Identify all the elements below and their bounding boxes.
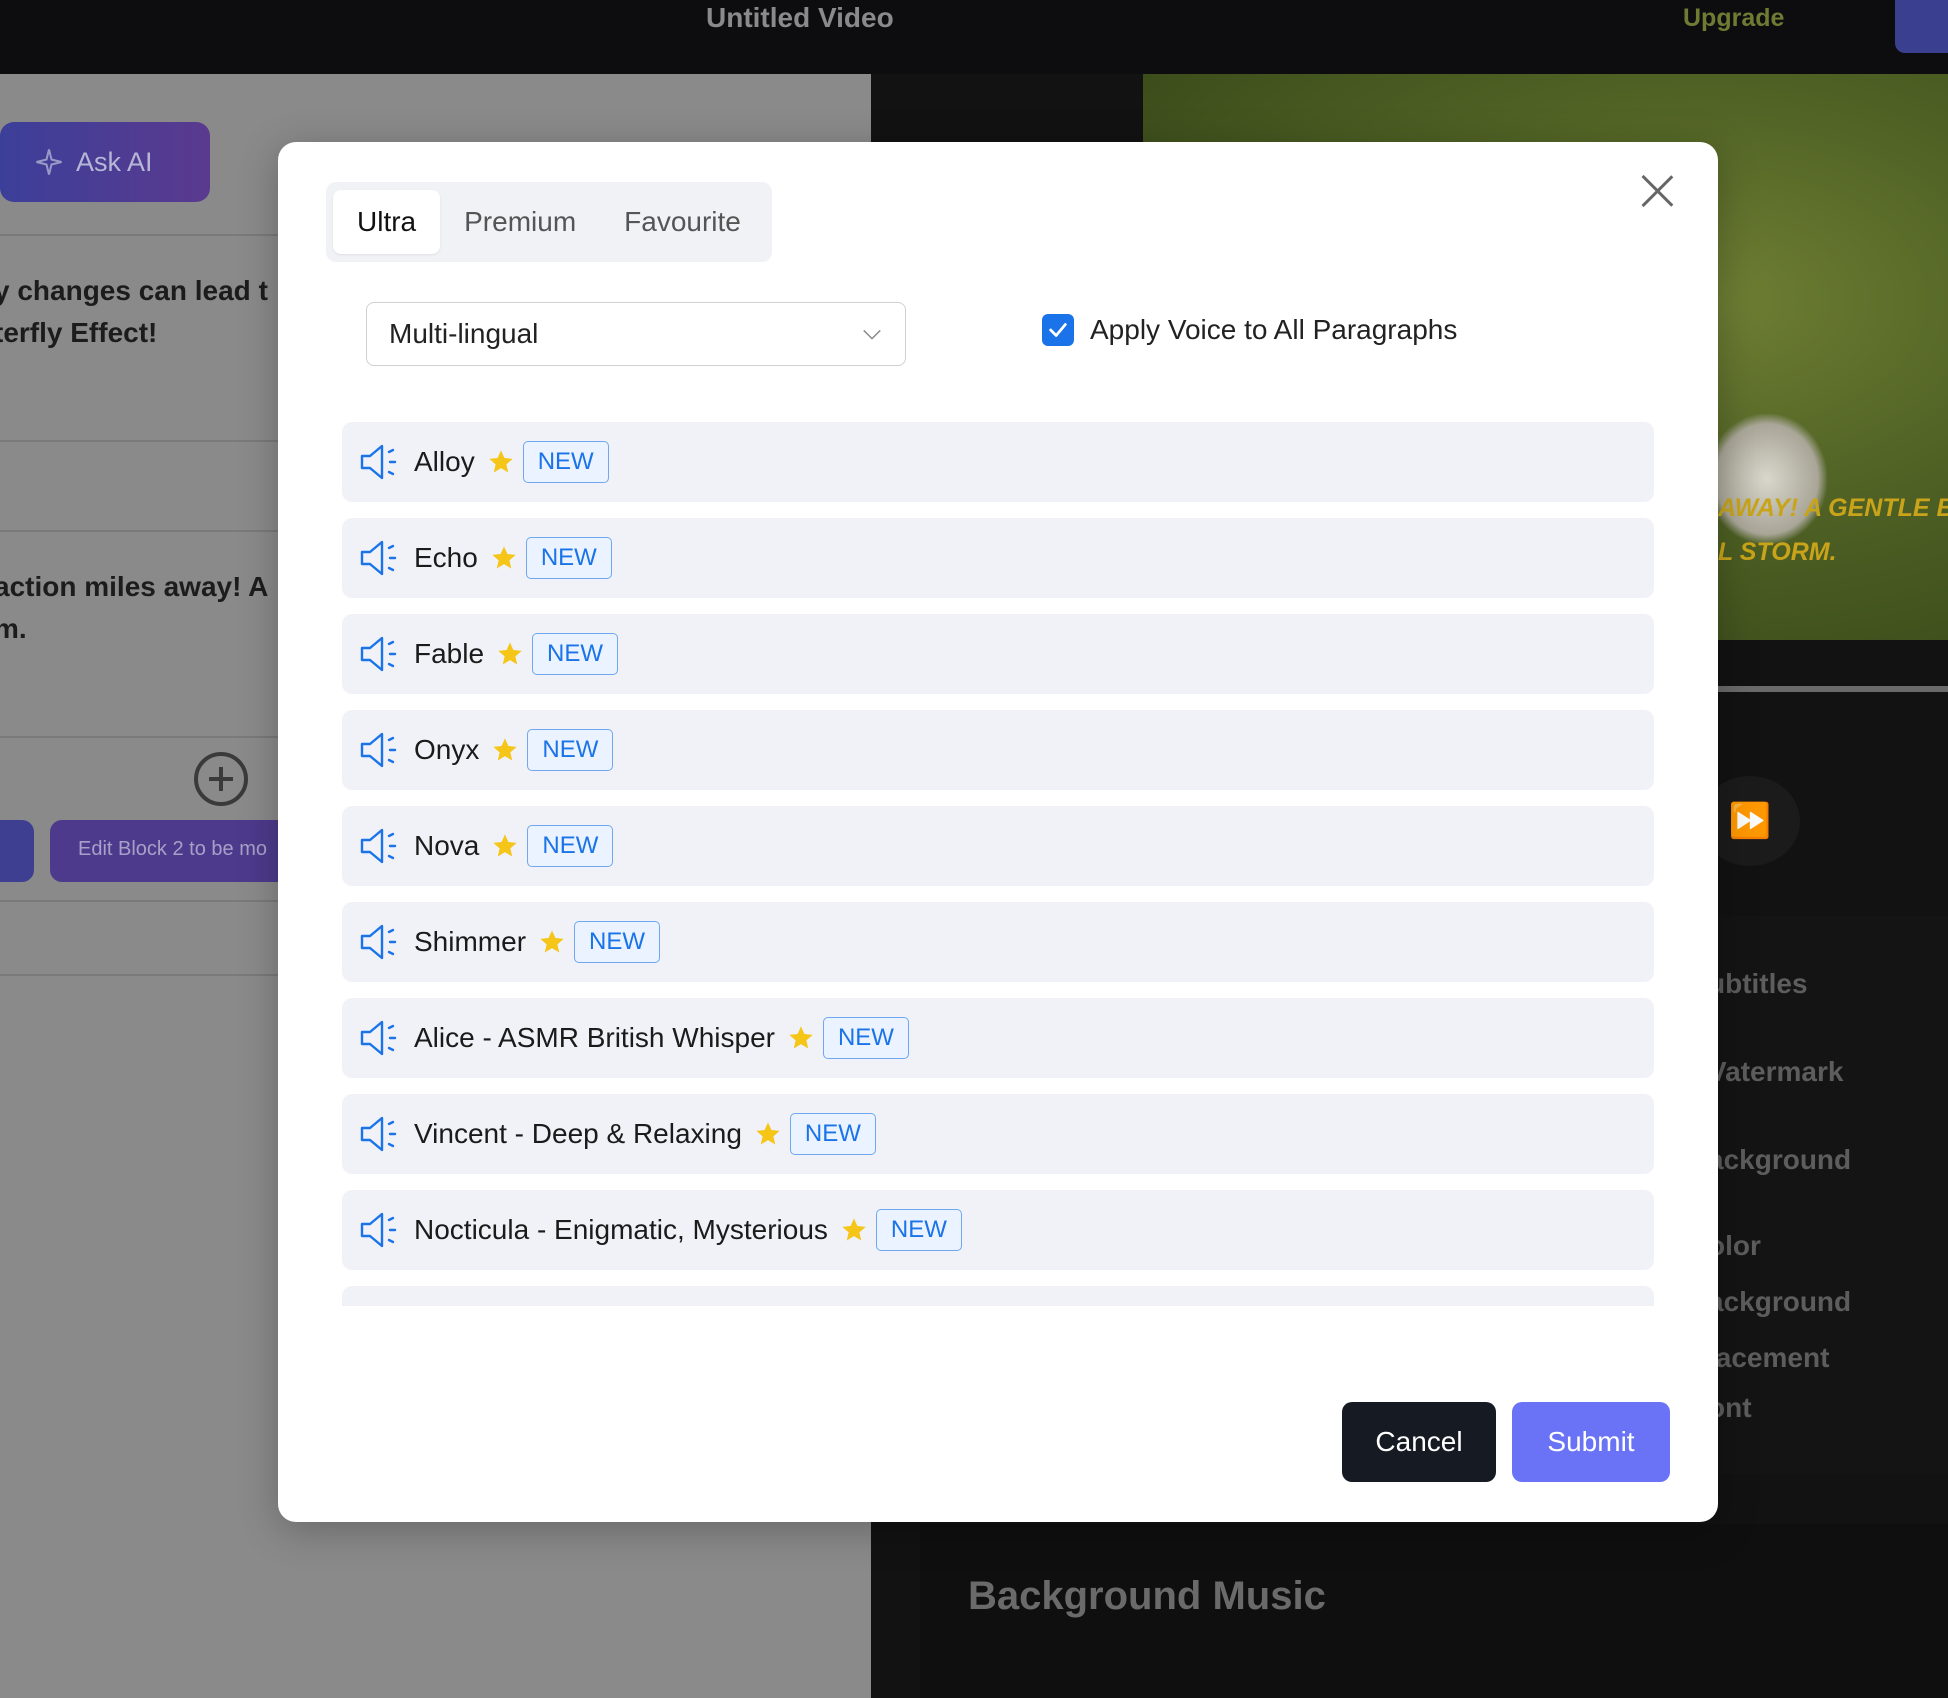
voice-row[interactable]: Nocticula - Enigmatic, Mysterious NEW [342, 1190, 1654, 1270]
close-icon[interactable] [1640, 174, 1674, 208]
submit-button[interactable]: Submit [1512, 1402, 1670, 1482]
background-music-heading: Background Music [968, 1574, 1326, 1618]
speaker-icon[interactable] [358, 922, 402, 962]
ask-ai-label: Ask AI [76, 146, 153, 177]
video-caption-line-2: L STORM. [1718, 538, 1837, 566]
top-action-button[interactable] [1895, 0, 1948, 53]
script-block-1[interactable]: y changes can lead t terfly Effect! [0, 270, 268, 354]
voice-name: Alloy [414, 446, 475, 477]
new-badge: NEW [532, 633, 619, 675]
voice-name: Nova [414, 830, 480, 861]
speaker-icon[interactable] [358, 730, 402, 770]
voice-name: Shimmer [414, 926, 527, 957]
checkmark-icon [1049, 323, 1067, 337]
voice-row[interactable]: Nova NEW [342, 806, 1654, 886]
voice-row[interactable]: Vincent - Deep & Relaxing NEW [342, 1094, 1654, 1174]
voice-name: Fable [414, 638, 485, 669]
voice-selection-modal: Ultra Premium Favourite Multi-lingual Ap… [278, 142, 1718, 1522]
voice-row[interactable]: Echo NEW [342, 518, 1654, 598]
star-icon[interactable] [491, 832, 519, 860]
new-badge: NEW [822, 1017, 909, 1059]
tab-premium[interactable]: Premium [440, 190, 600, 254]
chevron-down-icon [863, 329, 881, 340]
new-badge: NEW [525, 537, 612, 579]
new-badge: NEW [522, 441, 609, 483]
speaker-icon[interactable] [358, 538, 402, 578]
cancel-button[interactable]: Cancel [1342, 1402, 1496, 1482]
star-icon[interactable] [490, 544, 518, 572]
project-title[interactable]: Untitled Video [706, 2, 894, 34]
star-icon[interactable] [754, 1120, 782, 1148]
settings-background-2[interactable]: ackground [1708, 1286, 1851, 1318]
star-icon[interactable] [538, 928, 566, 956]
apply-all-checkbox[interactable] [1042, 314, 1074, 346]
voice-name: Alice - ASMR British Whisper [414, 1022, 775, 1053]
settings-background[interactable]: ackground [1708, 1144, 1851, 1176]
voice-row-partial[interactable] [342, 1286, 1654, 1306]
video-progress-bar[interactable] [1700, 686, 1948, 692]
speaker-icon[interactable] [358, 442, 402, 482]
new-badge: NEW [875, 1209, 962, 1251]
top-bar: Untitled Video Upgrade [0, 0, 1948, 74]
new-badge: NEW [574, 921, 661, 963]
new-badge: NEW [527, 729, 614, 771]
list-fade [342, 1306, 1654, 1314]
block-action-button[interactable] [0, 820, 34, 882]
voice-row[interactable]: Onyx NEW [342, 710, 1654, 790]
star-icon[interactable] [496, 640, 524, 668]
language-select[interactable]: Multi-lingual [366, 302, 906, 366]
tab-ultra[interactable]: Ultra [333, 190, 441, 254]
settings-subtitles[interactable]: ubtitles [1708, 968, 1808, 1000]
voice-list[interactable]: Alloy NEW Echo NEW Fable NEW Onyx NEW Nova NEW Shi… [342, 422, 1654, 1306]
sparkle-icon [36, 149, 62, 175]
voice-name: Nocticula - Enigmatic, Mysterious [414, 1214, 828, 1245]
settings-placement[interactable]: lacement [1708, 1342, 1829, 1374]
speaker-icon[interactable] [358, 1018, 402, 1058]
star-icon[interactable] [840, 1216, 868, 1244]
new-badge: NEW [789, 1113, 876, 1155]
speaker-icon[interactable] [358, 634, 402, 674]
add-block-icon[interactable] [194, 752, 248, 806]
speaker-icon[interactable] [358, 826, 402, 866]
new-badge: NEW [527, 825, 614, 867]
speaker-icon[interactable] [358, 1114, 402, 1154]
voice-row[interactable]: Alloy NEW [342, 422, 1654, 502]
upgrade-link[interactable]: Upgrade [1683, 4, 1784, 33]
settings-watermark[interactable]: Vatermark [1708, 1056, 1843, 1088]
ask-ai-button[interactable]: Ask AI [0, 122, 210, 202]
star-icon[interactable] [491, 736, 519, 764]
voice-name: Echo [414, 542, 478, 573]
voice-name: Onyx [414, 734, 480, 765]
voice-row[interactable]: Alice - ASMR British Whisper NEW [342, 998, 1654, 1078]
video-frame-subject [1707, 414, 1827, 544]
video-caption-line-1: AWAY! A GENTLE BREEZ [1718, 494, 1948, 522]
voice-name: Vincent - Deep & Relaxing [414, 1118, 742, 1149]
language-select-value: Multi-lingual [389, 318, 539, 349]
apply-all-toggle[interactable]: Apply Voice to All Paragraphs [1042, 314, 1457, 346]
apply-all-label: Apply Voice to All Paragraphs [1090, 314, 1458, 345]
speaker-icon[interactable] [358, 1210, 402, 1250]
voice-row[interactable]: Fable NEW [342, 614, 1654, 694]
script-block-2[interactable]: action miles away! A m. [0, 566, 275, 650]
star-icon[interactable] [487, 448, 515, 476]
star-icon[interactable] [787, 1024, 815, 1052]
voice-tier-tabs: Ultra Premium Favourite [326, 182, 772, 262]
tab-favourite[interactable]: Favourite [600, 190, 765, 254]
voice-row[interactable]: Shimmer NEW [342, 902, 1654, 982]
